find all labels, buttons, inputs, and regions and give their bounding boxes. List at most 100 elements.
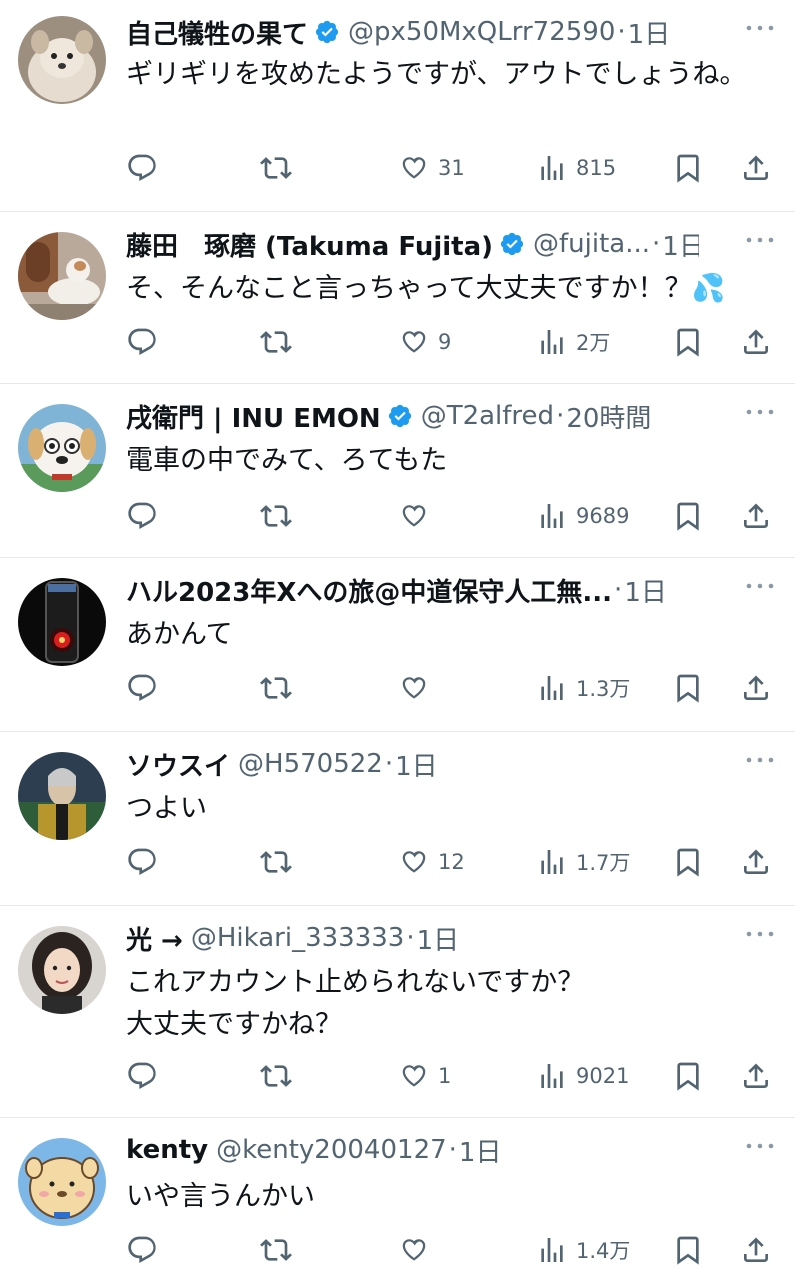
repost-button[interactable] — [260, 1056, 300, 1096]
bookmark-button[interactable] — [672, 1056, 704, 1096]
display-name[interactable]: ソウスイ — [126, 746, 230, 783]
separator: · — [617, 17, 626, 47]
reply-button[interactable] — [126, 322, 166, 362]
share-upload-icon — [740, 1234, 772, 1266]
display-name[interactable]: ハル2023年Xへの旅@中道保守人工無... — [126, 572, 612, 609]
display-name[interactable]: 藤田 琢磨 (Takuma Fujita) — [126, 226, 493, 263]
bookmark-button[interactable] — [672, 668, 704, 708]
handle[interactable]: @fujita... — [533, 229, 650, 259]
views-button[interactable]: 1.4万 — [536, 1230, 630, 1270]
speech-bubble-icon — [126, 672, 158, 704]
avatar[interactable] — [18, 578, 106, 666]
repost-button[interactable] — [260, 148, 300, 188]
tweet[interactable]: ソウスイ @H570522 · 1日 つよい 12 1.7万 — [0, 732, 795, 906]
handle[interactable]: @T2alfred — [421, 401, 554, 431]
timestamp[interactable]: 1日 — [624, 572, 667, 609]
display-name[interactable]: kenty — [126, 1135, 208, 1165]
timestamp[interactable]: 1日 — [417, 920, 460, 957]
share-button[interactable] — [740, 322, 772, 362]
timestamp[interactable]: 1日 — [662, 226, 699, 263]
views-button[interactable]: 1.7万 — [536, 842, 630, 882]
timestamp[interactable]: 20時間 — [566, 398, 651, 435]
like-count: 9 — [438, 330, 452, 354]
share-button[interactable] — [740, 496, 772, 536]
repost-button[interactable] — [260, 842, 300, 882]
speech-bubble-icon — [126, 846, 158, 878]
tweet-text: あかんて — [126, 619, 233, 650]
like-button[interactable]: 9 — [398, 322, 451, 362]
avatar[interactable] — [18, 1138, 106, 1226]
reply-button[interactable] — [126, 842, 166, 882]
handle[interactable]: @Hikari_333333 — [191, 923, 404, 953]
view-count: 1.7万 — [576, 851, 631, 875]
reply-button[interactable] — [126, 496, 166, 536]
share-button[interactable] — [740, 668, 772, 708]
repost-button[interactable] — [260, 322, 300, 362]
reply-button[interactable] — [126, 1056, 166, 1096]
separator: · — [614, 575, 623, 605]
handle[interactable]: @H570522 — [238, 749, 383, 779]
timestamp[interactable]: 1日 — [395, 746, 438, 783]
tweet[interactable]: 自己犠牲の果て @px50MxQLrr72590 · 1日 ギリギリを攻めたよう… — [0, 0, 795, 212]
bar-chart-icon — [536, 152, 568, 184]
tweet[interactable]: 光 → @Hikari_333333 · 1日 これアカウント止められないですか… — [0, 906, 795, 1118]
repost-arrows-icon — [260, 1060, 292, 1092]
ellipsis-icon[interactable] — [745, 1136, 775, 1156]
repost-button[interactable] — [260, 668, 300, 708]
bookmark-button[interactable] — [672, 496, 704, 536]
views-button[interactable]: 2万 — [536, 322, 610, 362]
ellipsis-icon[interactable] — [745, 402, 775, 422]
ellipsis-icon[interactable] — [745, 750, 775, 770]
like-count: 31 — [438, 156, 465, 180]
tweet[interactable]: 藤田 琢磨 (Takuma Fujita) @fujita... · 1日 そ、… — [0, 212, 795, 384]
bookmark-button[interactable] — [672, 842, 704, 882]
handle[interactable]: @kenty20040127 — [216, 1135, 447, 1165]
handle[interactable]: @px50MxQLrr72590 — [348, 17, 615, 47]
like-button[interactable] — [398, 1230, 438, 1270]
like-count: 1 — [438, 1064, 452, 1088]
reply-button[interactable] — [126, 1230, 166, 1270]
reply-button[interactable] — [126, 148, 166, 188]
avatar[interactable] — [18, 16, 106, 104]
avatar[interactable] — [18, 752, 106, 840]
share-button[interactable] — [740, 1230, 772, 1270]
display-name[interactable]: 戌衛門 | INU EMON — [126, 398, 381, 435]
tweet-text: 電車の中でみて、ろてもた — [126, 445, 448, 476]
share-button[interactable] — [740, 842, 772, 882]
share-button[interactable] — [740, 1056, 772, 1096]
like-button[interactable] — [398, 496, 438, 536]
display-name[interactable]: 光 → — [126, 920, 183, 957]
views-button[interactable]: 815 — [536, 148, 616, 188]
reply-button[interactable] — [126, 668, 166, 708]
like-button[interactable]: 12 — [398, 842, 465, 882]
separator: · — [652, 229, 661, 259]
bookmark-button[interactable] — [672, 148, 704, 188]
avatar[interactable] — [18, 232, 106, 320]
views-button[interactable]: 9689 — [536, 496, 629, 536]
like-button[interactable]: 31 — [398, 148, 465, 188]
display-name[interactable]: 自己犠牲の果て — [126, 14, 308, 51]
like-button[interactable] — [398, 668, 438, 708]
share-upload-icon — [740, 672, 772, 704]
like-button[interactable]: 1 — [398, 1056, 451, 1096]
tweet[interactable]: kenty @kenty20040127 · 1日 いや言うんかい 1.4万 — [0, 1118, 795, 1280]
timestamp[interactable]: 1日 — [459, 1132, 502, 1169]
tweet[interactable]: ハル2023年Xへの旅@中道保守人工無... · 1日 あかんて 1.3万 — [0, 558, 795, 732]
tweet[interactable]: 戌衛門 | INU EMON @T2alfred · 20時間 電車の中でみて、… — [0, 384, 795, 558]
bookmark-button[interactable] — [672, 322, 704, 362]
bookmark-button[interactable] — [672, 1230, 704, 1270]
heart-icon — [398, 1234, 430, 1266]
views-button[interactable]: 9021 — [536, 1056, 629, 1096]
ellipsis-icon[interactable] — [745, 924, 775, 944]
avatar[interactable] — [18, 404, 106, 492]
views-button[interactable]: 1.3万 — [536, 668, 630, 708]
share-button[interactable] — [740, 148, 772, 188]
avatar[interactable] — [18, 926, 106, 1014]
repost-button[interactable] — [260, 1230, 300, 1270]
timestamp[interactable]: 1日 — [628, 14, 671, 51]
ellipsis-icon[interactable] — [745, 576, 775, 596]
ellipsis-icon[interactable] — [745, 230, 775, 250]
ellipsis-icon[interactable] — [745, 18, 775, 38]
bookmark-icon — [672, 500, 704, 532]
repost-button[interactable] — [260, 496, 300, 536]
